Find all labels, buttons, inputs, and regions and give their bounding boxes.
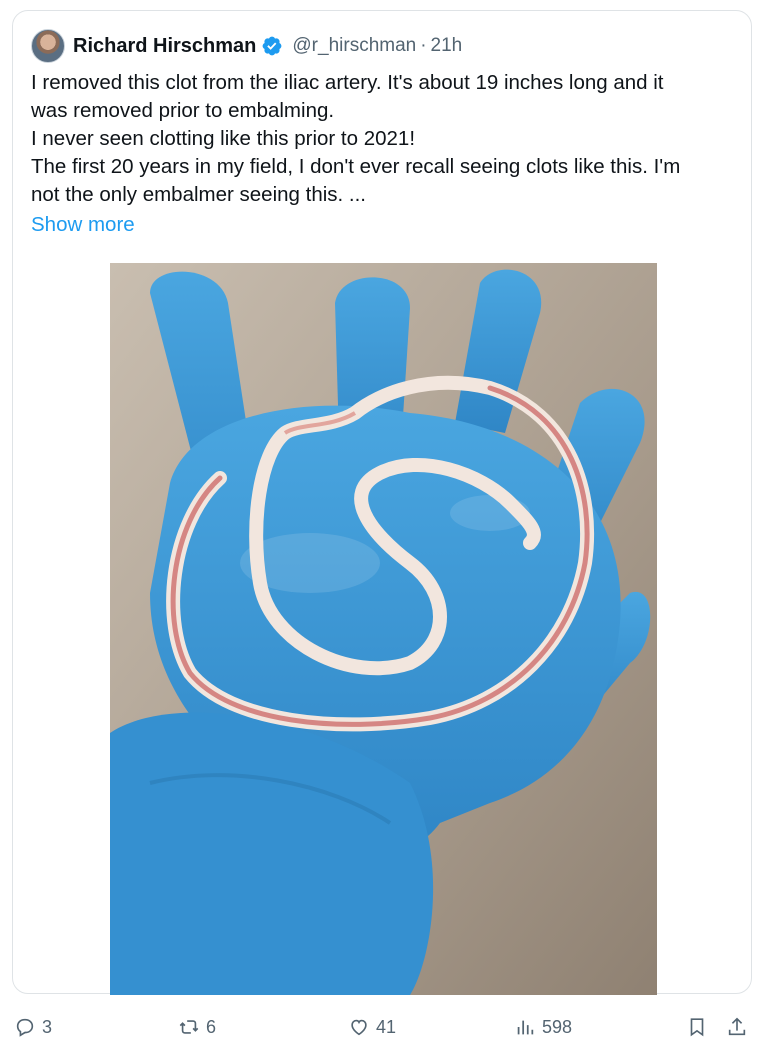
show-more-link[interactable]: Show more xyxy=(31,211,135,239)
tweet-text-line: was removed prior to embalming. xyxy=(31,99,335,122)
share-icon xyxy=(728,1017,746,1036)
tweet-header: Richard Hirschman @r_hirschman · 21h xyxy=(31,29,462,63)
views-count: 598 xyxy=(542,1016,573,1037)
share-button[interactable] xyxy=(726,1010,754,1044)
like-button[interactable]: 41 xyxy=(348,1010,396,1044)
tweet-text-line: not the only embalmer seeing this. ... xyxy=(31,183,367,206)
like-icon xyxy=(351,1019,367,1036)
repost-count: 6 xyxy=(206,1016,217,1037)
views-icon xyxy=(517,1020,534,1035)
like-count: 41 xyxy=(376,1016,397,1037)
tweet-actions: 3 6 41 598 xyxy=(0,1010,768,1044)
avatar[interactable] xyxy=(31,29,65,63)
reply-count: 3 xyxy=(42,1016,53,1037)
verified-badge-icon xyxy=(262,36,282,56)
reply-button[interactable]: 3 xyxy=(14,1010,52,1044)
timestamp[interactable]: 21h xyxy=(431,35,463,57)
tweet-card[interactable]: Richard Hirschman @r_hirschman · 21h I r… xyxy=(12,10,752,995)
repost-icon xyxy=(179,1020,199,1034)
reply-icon xyxy=(16,1018,34,1037)
photo-image xyxy=(110,263,657,995)
bookmark-button[interactable] xyxy=(686,1010,714,1044)
tweet-text-line: I never seen clotting like this prior to… xyxy=(31,127,416,150)
tweet-text: I removed this clot from the iliac arter… xyxy=(31,69,743,239)
tweet-text-line: The first 20 years in my field, I don't … xyxy=(31,155,681,178)
views-button[interactable]: 598 xyxy=(514,1010,572,1044)
repost-button[interactable]: 6 xyxy=(178,1010,216,1044)
tweet-photo[interactable] xyxy=(110,263,657,995)
tweet-text-line: I removed this clot from the iliac arter… xyxy=(31,71,664,94)
bookmark-icon xyxy=(690,1018,704,1037)
separator-dot: · xyxy=(420,35,427,56)
author-name[interactable]: Richard Hirschman xyxy=(73,35,256,58)
author-handle[interactable]: @r_hirschman xyxy=(292,35,416,57)
